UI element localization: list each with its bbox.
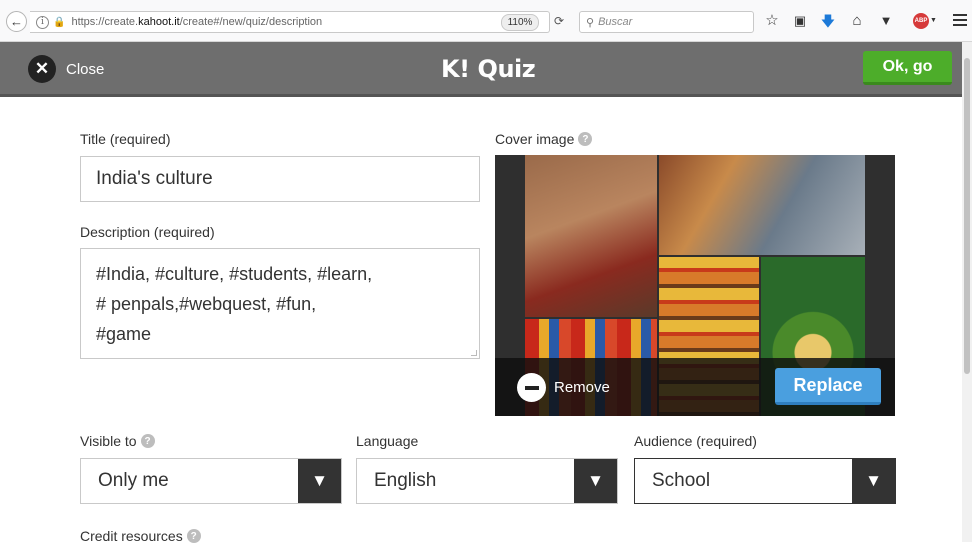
cover-image-label: Cover image ? (495, 131, 593, 147)
remove-label: Remove (554, 379, 610, 396)
description-line: #India, #culture, #students, #learn, (96, 264, 373, 284)
help-icon[interactable]: ? (186, 529, 201, 543)
adblock-icon[interactable]: ABP (913, 13, 929, 29)
resize-handle-icon[interactable] (471, 350, 477, 356)
url-bar[interactable]: i 🔒 https://create. kahoot.it/create#/new… (30, 11, 550, 33)
page-scrollbar[interactable] (962, 42, 972, 542)
description-textarea[interactable]: #India, #culture, #students, #learn, # p… (80, 248, 480, 359)
search-placeholder: Buscar (598, 16, 633, 28)
audience-select[interactable]: School ▼ (634, 458, 896, 504)
kahoot-logo: K! (441, 55, 470, 83)
cover-actions-bar: Remove Replace (495, 358, 895, 416)
home-icon[interactable]: ⌂ (848, 12, 866, 30)
help-icon[interactable]: ? (140, 434, 155, 448)
language-value: English (374, 470, 437, 491)
elephant-image (659, 155, 865, 255)
url-path: /create#/new/quiz/description (179, 16, 323, 28)
minus-icon (517, 373, 546, 402)
cover-label-text: Cover image (495, 131, 575, 147)
pocket-icon[interactable]: ▼ (877, 12, 895, 30)
chevron-down-icon[interactable]: ▼ (930, 17, 937, 24)
close-label: Close (66, 60, 105, 78)
bookmark-star-icon[interactable]: ☆ (763, 12, 781, 30)
dropdown-arrow-icon[interactable]: ▼ (298, 459, 341, 503)
zoom-indicator[interactable]: 110% (501, 14, 539, 31)
audience-label: Audience (required) (634, 433, 757, 449)
download-arrow-icon[interactable]: 🡇 (819, 12, 837, 30)
app-title: K! Quiz (441, 55, 536, 83)
audience-label-text: Audience (required) (634, 433, 757, 449)
cover-image: Remove Replace (495, 155, 895, 416)
browser-toolbar: ← i 🔒 https://create. kahoot.it/create#/n… (0, 0, 972, 42)
title-input[interactable]: India's culture (80, 156, 480, 202)
back-arrow-icon[interactable]: ← (6, 11, 27, 32)
brand-title: Quiz (477, 55, 536, 83)
henna-hands-image (525, 155, 657, 317)
description-line: #game (96, 324, 152, 344)
language-label: Language (356, 433, 418, 449)
lock-icon: 🔒 (53, 16, 66, 28)
audience-value: School (652, 470, 711, 491)
dropdown-arrow-icon[interactable]: ▼ (574, 459, 617, 503)
hamburger-menu-icon[interactable] (953, 14, 967, 26)
visible-to-label: Visible to ? (80, 433, 155, 449)
language-label-text: Language (356, 433, 419, 449)
visible-to-select[interactable]: Only me ▼ (80, 458, 342, 504)
reading-list-icon[interactable]: ▣ (791, 12, 809, 30)
replace-image-button[interactable]: Replace (775, 368, 881, 405)
search-icon: ⚲ (586, 16, 595, 29)
visible-label-text: Visible to (80, 433, 137, 449)
close-button[interactable]: ✕ Close (28, 55, 104, 83)
help-icon[interactable]: ? (578, 132, 593, 146)
dropdown-arrow-icon[interactable]: ▼ (852, 459, 895, 503)
close-icon: ✕ (28, 55, 56, 83)
ok-go-button[interactable]: Ok, go (863, 51, 952, 85)
app-header: ✕ Close K! Quiz Ok, go (0, 42, 962, 97)
title-label: Title (required) (80, 131, 171, 147)
title-label-text: Title (required) (80, 131, 171, 147)
info-icon[interactable]: i (36, 15, 49, 29)
reload-icon[interactable]: ⟳ (551, 14, 567, 30)
search-input[interactable]: ⚲ Buscar (579, 11, 754, 33)
remove-image-button[interactable]: Remove (517, 373, 610, 402)
description-label-text: Description (required) (80, 224, 215, 240)
scroll-thumb[interactable] (964, 58, 970, 374)
description-label: Description (required) (80, 224, 215, 240)
url-prefix: https://create. (71, 16, 139, 28)
language-select[interactable]: English ▼ (356, 458, 618, 504)
visible-to-value: Only me (98, 470, 169, 491)
description-line: # penpals,#webquest, #fun, (96, 294, 317, 314)
url-host: kahoot.it (138, 16, 180, 28)
